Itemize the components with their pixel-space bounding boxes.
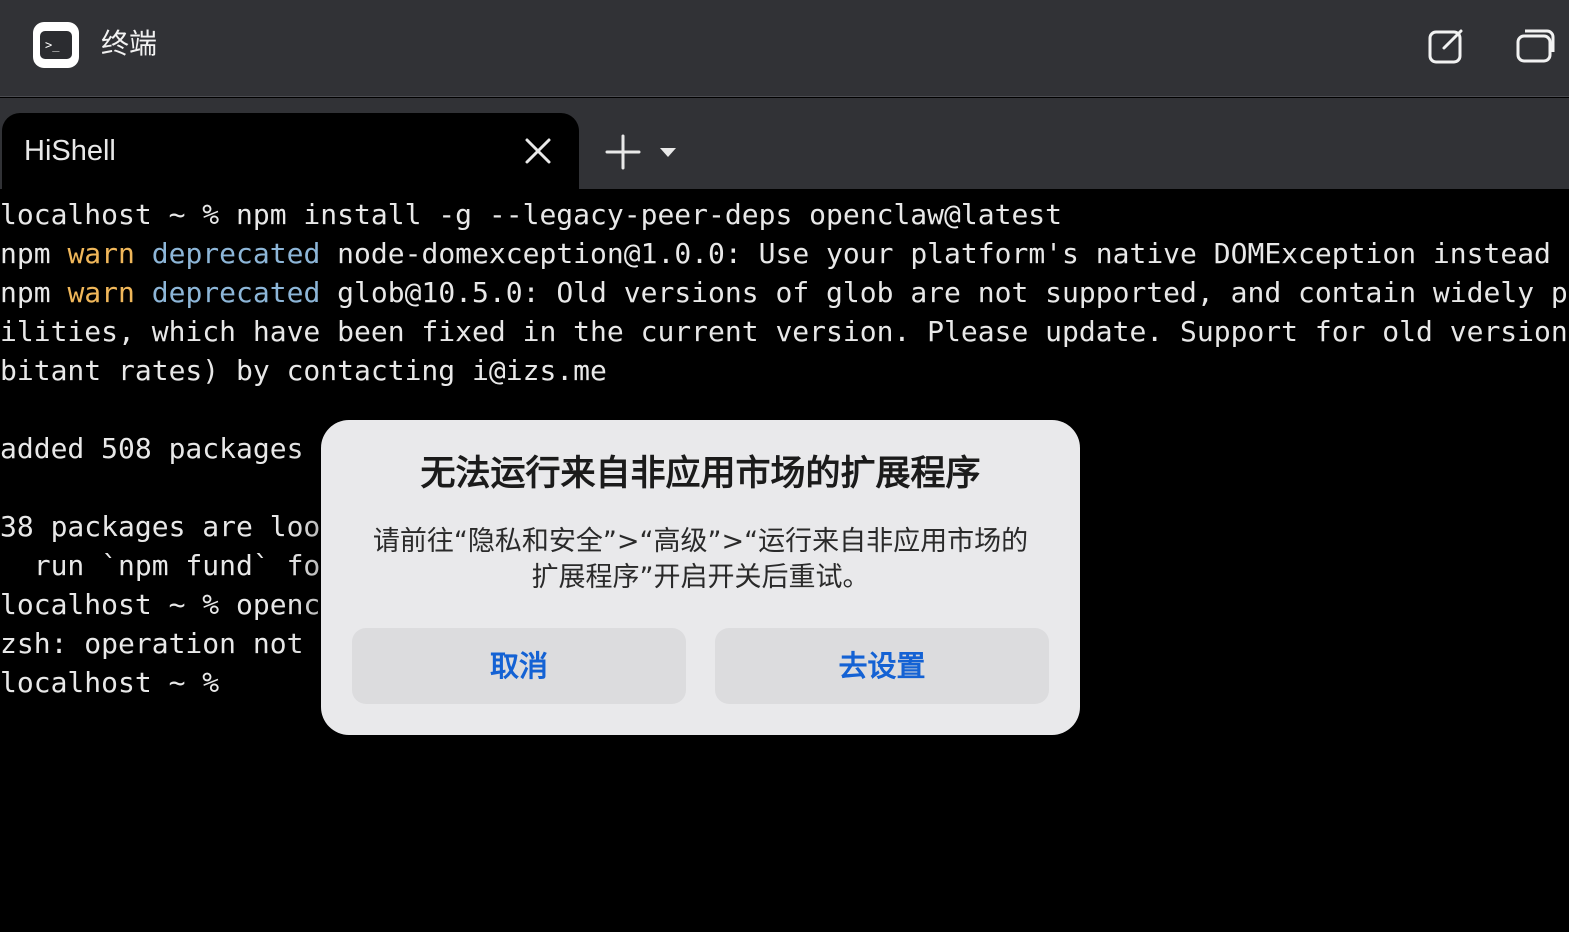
terminal-line: localhost ~ % opencl xyxy=(0,588,338,621)
terminal-line: npm warn deprecated node-domexception@1.… xyxy=(0,234,1551,273)
tab-label: HiShell xyxy=(24,135,116,167)
deprecated-token: deprecated xyxy=(151,276,321,309)
windows-icon[interactable] xyxy=(1515,26,1555,66)
plus-icon[interactable] xyxy=(603,132,643,172)
terminal-line: zsh: operation not p xyxy=(0,627,338,660)
dialog-message: 请前往“隐私和安全”>“高级”>“运行来自非应用市场的扩展程序”开启开关后重试。 xyxy=(372,526,1029,593)
terminal-line: added 508 packages i xyxy=(0,432,338,465)
line-prefix: npm xyxy=(0,237,68,270)
terminal-icon: >_ xyxy=(33,22,79,68)
close-icon[interactable] xyxy=(520,133,556,169)
app-title: 终端 xyxy=(101,27,158,60)
tab-bar: HiShell xyxy=(0,98,1569,189)
terminal-line: run `npm fund` for xyxy=(0,549,338,582)
terminal-line: 38 packages are look xyxy=(0,510,338,543)
terminal-line: npm warn deprecated glob@10.5.0: Old ver… xyxy=(0,273,1568,312)
terminal-line: localhost ~ % xyxy=(0,666,220,699)
dialog-title: 无法运行来自非应用市场的扩展程序 xyxy=(420,454,981,494)
tab-hishell[interactable]: HiShell xyxy=(2,113,579,189)
deprecated-token: deprecated xyxy=(151,237,321,270)
line-rest: glob@10.5.0: Old versions of glob are no… xyxy=(320,276,1568,309)
terminal-line: localhost ~ % npm install -g --legacy-pe… xyxy=(0,198,1063,231)
terminal-prompt-glyph: >_ xyxy=(40,31,72,59)
terminal-line: bitant rates) by contacting i@izs.me xyxy=(0,354,607,387)
warn-token: warn xyxy=(67,276,135,309)
line-prefix: npm xyxy=(0,276,68,309)
line-rest: node-domexception@1.0.0: Use your platfo… xyxy=(320,237,1551,270)
go-to-settings-button[interactable]: 去设置 xyxy=(715,628,1049,704)
terminal-line: ilities, which have been fixed in the cu… xyxy=(0,315,1568,348)
warn-token: warn xyxy=(67,237,135,270)
title-bar: >_ 终端 xyxy=(0,0,1569,97)
caret-down-icon[interactable] xyxy=(657,144,679,160)
compose-icon[interactable] xyxy=(1426,26,1466,66)
cancel-button[interactable]: 取消 xyxy=(352,628,686,704)
alert-dialog: 无法运行来自非应用市场的扩展程序 请前往“隐私和安全”>“高级”>“运行来自非应… xyxy=(321,420,1080,735)
